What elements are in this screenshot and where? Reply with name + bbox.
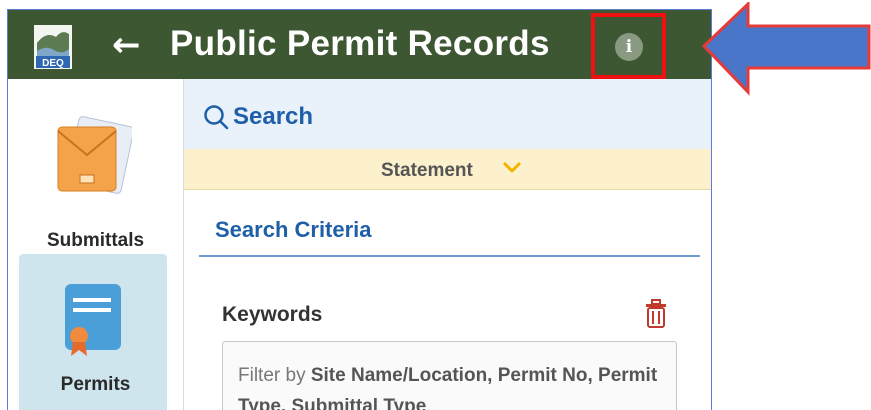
pointer-arrow-icon <box>701 2 871 96</box>
keywords-placeholder: Filter by Site Name/Location, Permit No,… <box>238 365 658 410</box>
back-arrow-icon[interactable]: ← <box>112 27 141 63</box>
main-panel: Search Statement Search Criteria Keyword… <box>184 79 711 410</box>
sidebar-item-label: Permits <box>60 374 131 395</box>
search-label: Search <box>233 103 314 130</box>
sidebar-item-submittals[interactable]: Submittals <box>8 79 183 254</box>
search-header[interactable]: Search <box>184 79 711 149</box>
deq-logo: DEQ <box>34 25 72 69</box>
app-header: DEQ ← Public Permit Records i <box>8 10 711 79</box>
sidebar-item-permits[interactable]: Permits <box>19 254 167 410</box>
info-highlight-box: i <box>591 13 666 79</box>
logo-text: DEQ <box>42 58 64 69</box>
keywords-input[interactable]: Filter by Site Name/Location, Permit No,… <box>222 341 677 410</box>
divider <box>199 255 700 257</box>
chevron-down-icon <box>503 162 521 173</box>
info-icon[interactable]: i <box>615 33 643 61</box>
certificate-icon <box>65 284 121 356</box>
page-title: Public Permit Records <box>170 24 550 63</box>
statement-label: Statement <box>381 160 473 181</box>
envelope-icon <box>57 116 132 194</box>
search-icon <box>204 105 229 130</box>
search-criteria-title: Search Criteria <box>215 217 372 242</box>
app-window: DEQ ← Public Permit Records i Submittals <box>7 9 712 410</box>
statement-toggle[interactable]: Statement <box>184 149 711 190</box>
sidebar: Submittals Permits <box>8 79 184 410</box>
sidebar-item-label: Submittals <box>46 230 145 251</box>
trash-icon[interactable] <box>643 299 669 329</box>
keywords-label: Keywords <box>222 303 323 326</box>
